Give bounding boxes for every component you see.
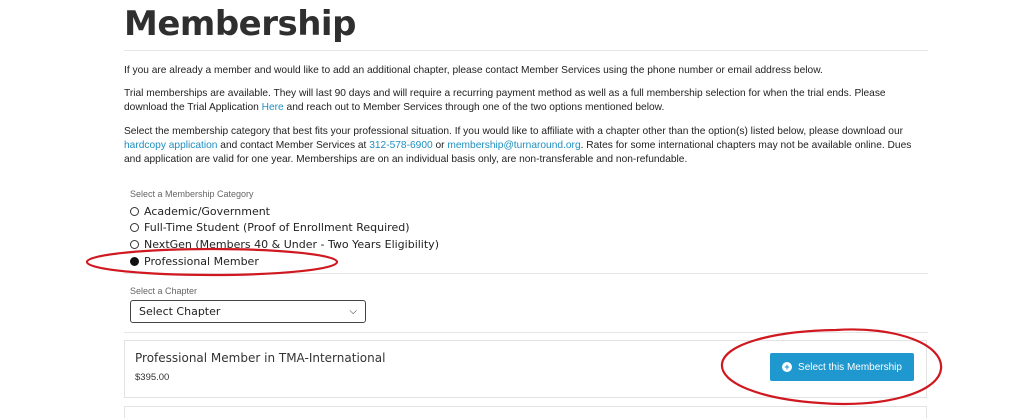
title-divider [124, 50, 928, 51]
membership-card-title: Professional Member in TMA-International [135, 351, 386, 365]
paragraph-text: or [432, 140, 448, 151]
radio-label: Academic/Government [144, 204, 270, 218]
category-label: Select a Membership Category [130, 189, 254, 199]
paragraph-text: If you are already a member and would li… [124, 65, 823, 76]
select-membership-button-label: Select this Membership [798, 361, 902, 373]
radio-option-professional[interactable]: Professional Member [130, 253, 259, 269]
radio-button-selected[interactable] [130, 256, 139, 266]
paragraph-text: and contact Member Services at [217, 140, 370, 151]
hardcopy-application-link[interactable]: hardcopy application [124, 140, 217, 151]
paragraph-trial: Trial memberships are available. They wi… [124, 87, 930, 115]
phone-link[interactable]: 312-578-6900 [369, 140, 432, 151]
chapter-label: Select a Chapter [130, 286, 198, 296]
next-card [124, 406, 927, 418]
radio-button[interactable] [130, 222, 139, 232]
radio-label: NextGen (Members 40 & Under - Two Years … [144, 237, 439, 251]
paragraph-existing-members: If you are already a member and would li… [124, 64, 930, 78]
email-link[interactable]: membership@turnaround.org [447, 140, 580, 151]
select-membership-button[interactable]: + Select this Membership [770, 353, 914, 381]
membership-page: Membership If you are already a member a… [0, 0, 1024, 418]
page-title: Membership [124, 4, 356, 44]
trial-application-link[interactable]: Here [262, 102, 284, 113]
radio-button[interactable] [130, 206, 139, 216]
chapter-select[interactable]: Select Chapter ⌵ [130, 300, 366, 323]
membership-card-price: $395.00 [135, 372, 170, 383]
chapter-select-value: Select Chapter [139, 305, 221, 318]
radio-option-academic[interactable]: Academic/Government [130, 203, 270, 219]
paragraph-text: Select the membership category that best… [124, 126, 904, 137]
radio-option-student[interactable]: Full-Time Student (Proof of Enrollment R… [130, 219, 409, 235]
section-divider [124, 332, 928, 333]
radio-label: Full-Time Student (Proof of Enrollment R… [144, 220, 410, 234]
radio-option-nextgen[interactable]: NextGen (Members 40 & Under - Two Years … [130, 236, 439, 252]
section-divider [124, 273, 928, 274]
radio-label: Professional Member [144, 254, 259, 268]
plus-circle-icon: + [782, 362, 793, 372]
chevron-down-icon: ⌵ [349, 306, 357, 317]
paragraph-text: and reach out to Member Services through… [283, 102, 665, 113]
paragraph-category-info: Select the membership category that best… [124, 125, 930, 167]
radio-button[interactable] [130, 239, 139, 249]
